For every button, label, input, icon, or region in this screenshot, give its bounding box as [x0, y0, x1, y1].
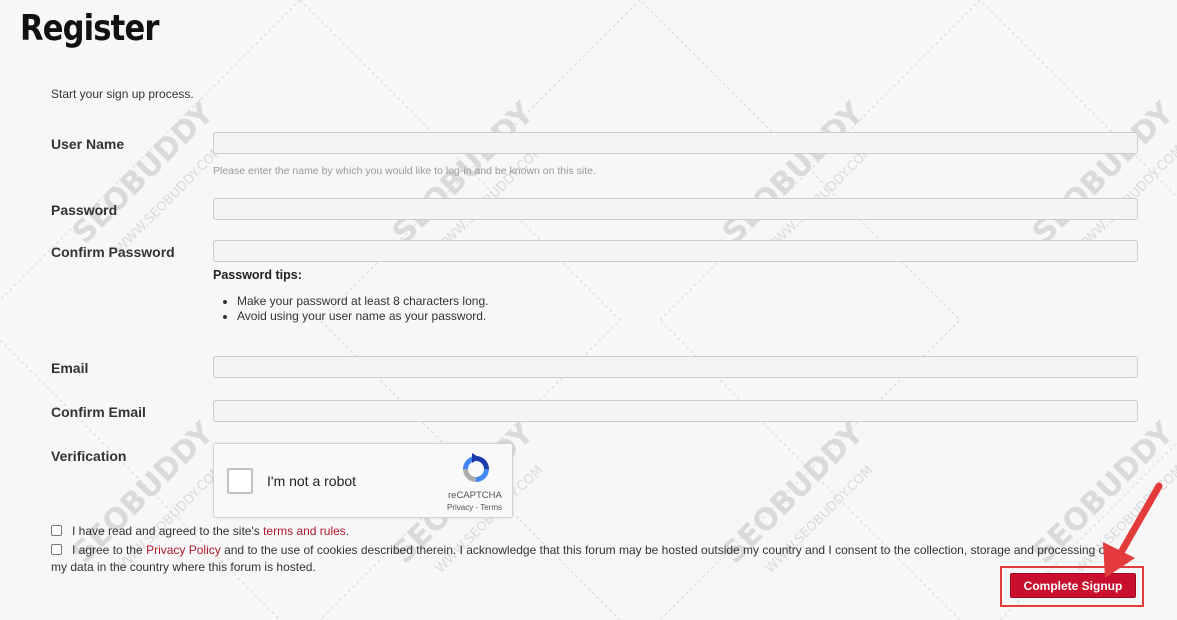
- recaptcha-privacy-link[interactable]: Privacy: [447, 503, 473, 512]
- watermark-text: SEOBUDDY: [716, 95, 872, 251]
- username-hint: Please enter the name by which you would…: [213, 165, 596, 177]
- password-tip: Avoid using your user name as your passw…: [237, 309, 488, 324]
- confirm-password-label: Confirm Password: [51, 244, 175, 260]
- password-tip: Make your password at least 8 characters…: [237, 294, 488, 309]
- verification-label: Verification: [51, 448, 127, 464]
- watermark-text: SEOBUDDY: [1026, 95, 1177, 251]
- terms-checkbox[interactable]: [51, 525, 62, 536]
- confirm-password-field[interactable]: [213, 240, 1138, 262]
- email-field[interactable]: [213, 356, 1138, 378]
- terms-suffix: .: [345, 524, 350, 538]
- watermark-text: SEOBUDDY: [66, 95, 222, 251]
- privacy-agreement-text: I agree to the Privacy Policy and to the…: [51, 542, 1126, 576]
- privacy-policy-link[interactable]: Privacy Policy: [146, 543, 221, 557]
- password-tips-title: Password tips:: [213, 268, 302, 282]
- recaptcha-logo-icon: [463, 453, 489, 482]
- watermark-subtext: WWW.SEOBUDDY.COM: [113, 143, 227, 257]
- page-title: Register: [20, 8, 159, 49]
- password-label: Password: [51, 202, 118, 218]
- recaptcha-checkbox[interactable]: [227, 468, 253, 494]
- recaptcha-label: I'm not a robot: [267, 473, 357, 489]
- recaptcha-widget: I'm not a robot reCAPTCHA Privacy - Term…: [213, 443, 513, 518]
- terms-prefix: I have read and agreed to the site's: [72, 524, 264, 538]
- confirm-email-field[interactable]: [213, 400, 1138, 422]
- confirm-email-label: Confirm Email: [51, 404, 146, 420]
- terms-link[interactable]: terms and rules: [263, 524, 346, 538]
- password-field[interactable]: [213, 198, 1138, 220]
- terms-agreement-text: I have read and agreed to the site's ter…: [72, 524, 349, 538]
- recaptcha-links: Privacy - Terms: [447, 503, 502, 512]
- recaptcha-terms-link[interactable]: Terms: [480, 503, 502, 512]
- username-label: User Name: [51, 136, 125, 152]
- password-tips-list: Make your password at least 8 characters…: [213, 294, 488, 324]
- pointer-arrow-icon: [1103, 482, 1163, 578]
- recaptcha-brand: reCAPTCHA: [448, 490, 502, 501]
- privacy-prefix: I agree to the: [72, 543, 147, 557]
- email-label: Email: [51, 360, 89, 376]
- intro-text: Start your sign up process.: [51, 87, 194, 101]
- username-field[interactable]: [213, 132, 1138, 154]
